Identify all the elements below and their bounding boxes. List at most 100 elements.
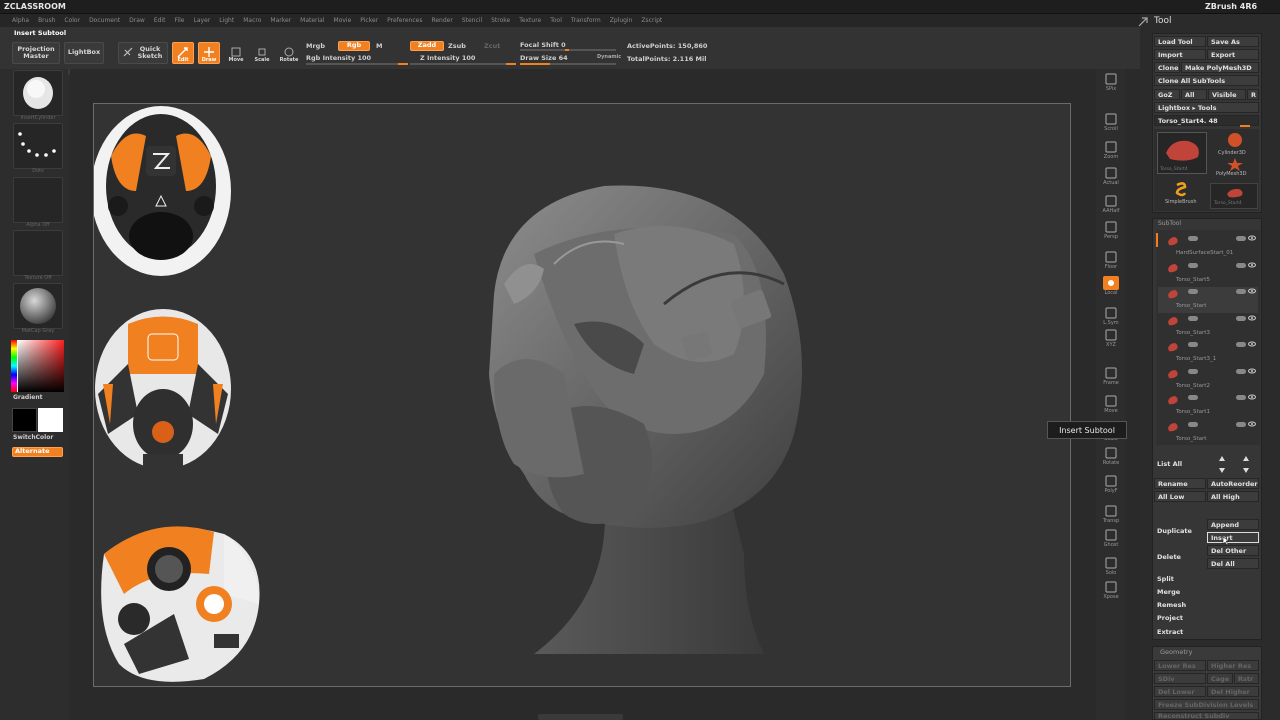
subtool-arrow-icons[interactable] xyxy=(1212,452,1258,476)
menu-light[interactable]: Light xyxy=(219,14,234,27)
mrgb-toggle[interactable]: Mrgb xyxy=(306,42,325,50)
extract-button[interactable]: Extract xyxy=(1154,626,1259,637)
color-picker[interactable] xyxy=(11,340,64,392)
menu-alpha[interactable]: Alpha xyxy=(12,14,29,27)
shelf-local-button[interactable]: Local xyxy=(1100,276,1122,298)
subtool-toggle[interactable] xyxy=(1188,368,1198,374)
document-canvas[interactable] xyxy=(93,103,1071,687)
zsub-toggle[interactable]: Zsub xyxy=(448,42,466,50)
subtool-header[interactable]: SubTool xyxy=(1158,220,1181,227)
stroke-thumbnail[interactable] xyxy=(13,123,63,169)
zadd-toggle[interactable]: Zadd xyxy=(410,41,444,51)
load-tool-button[interactable]: Load Tool xyxy=(1154,36,1206,47)
duplicate-button[interactable]: Duplicate xyxy=(1154,519,1206,543)
rename-button[interactable]: Rename xyxy=(1154,478,1206,489)
subtool-toggle[interactable] xyxy=(1236,236,1246,241)
eye-icon[interactable] xyxy=(1248,262,1256,268)
subtool-toggle[interactable] xyxy=(1188,289,1198,294)
eye-icon[interactable] xyxy=(1248,394,1256,400)
rgb-intensity-slider[interactable]: Rgb Intensity 100 xyxy=(306,54,371,62)
shelf-lsym-button[interactable]: L.Sym xyxy=(1100,306,1122,328)
subtool-row[interactable]: Torso_Start3_1 xyxy=(1158,340,1258,366)
subtool-toggle[interactable] xyxy=(1188,315,1198,321)
eye-icon[interactable] xyxy=(1248,368,1256,374)
menu-tool[interactable]: Tool xyxy=(550,14,562,27)
menu-zplugin[interactable]: Zplugin xyxy=(610,14,633,27)
menu-brush[interactable]: Brush xyxy=(38,14,55,27)
shelf-actual-button[interactable]: Actual xyxy=(1100,166,1122,188)
shelf-aahalf-button[interactable]: AAHalf xyxy=(1100,194,1122,216)
subtool-toggle[interactable] xyxy=(1188,395,1198,400)
list-all-button[interactable]: List All xyxy=(1154,458,1206,469)
shelf-transp-button[interactable]: Transp xyxy=(1100,504,1122,526)
subtool-row[interactable]: HardSurfaceStart_01 xyxy=(1158,234,1258,260)
focal-shift-slider[interactable]: Focal Shift 0 xyxy=(520,41,566,49)
rotate-button[interactable]: Rotate xyxy=(278,42,300,64)
lightbox-tools-button[interactable]: Lightbox ▸ Tools xyxy=(1154,102,1259,113)
switch-color-button[interactable]: SwitchColor xyxy=(13,434,53,441)
polymesh3d-thumb[interactable]: PolyMesh3D xyxy=(1212,157,1258,179)
lightbox-button[interactable]: LightBox xyxy=(64,42,104,64)
menu-marker[interactable]: Marker xyxy=(270,14,291,27)
subtool-toggle[interactable] xyxy=(1188,262,1198,268)
subtool-toggle[interactable] xyxy=(1188,236,1198,241)
del-other-button[interactable]: Del Other xyxy=(1207,545,1259,556)
menu-transform[interactable]: Transform xyxy=(571,14,601,27)
subtool-toggle[interactable] xyxy=(1236,368,1246,374)
goz-all-button[interactable]: All xyxy=(1181,89,1207,100)
shelf-polyf-button[interactable]: PolyF xyxy=(1100,474,1122,496)
zcut-toggle[interactable]: Zcut xyxy=(484,42,500,50)
rstr-button[interactable]: Rstr xyxy=(1234,673,1259,684)
del-all-button[interactable]: Del All xyxy=(1207,558,1259,569)
make-polymesh-button[interactable]: Make PolyMesh3D xyxy=(1181,62,1259,73)
eye-icon[interactable] xyxy=(1248,341,1256,347)
menu-preferences[interactable]: Preferences xyxy=(387,14,422,27)
torso-start4-thumb[interactable]: Torso_Start4 xyxy=(1157,132,1207,174)
clone-all-subtools-button[interactable]: Clone All SubTools xyxy=(1154,75,1259,86)
simplebrush-thumb[interactable]: SimpleBrush xyxy=(1157,181,1207,209)
subtool-row[interactable]: Torso_Start2 xyxy=(1158,367,1258,393)
del-lower-button[interactable]: Del Lower xyxy=(1154,686,1206,697)
shelf-persp-button[interactable]: Persp xyxy=(1100,220,1122,242)
subtool-toggle[interactable] xyxy=(1236,289,1246,294)
project-button[interactable]: Project xyxy=(1154,612,1259,623)
cylinder3d-thumb[interactable]: Cylinder3D xyxy=(1212,132,1258,160)
menu-stroke[interactable]: Stroke xyxy=(491,14,510,27)
geometry-header[interactable]: Geometry xyxy=(1160,648,1192,656)
export-button[interactable]: Export xyxy=(1207,49,1259,60)
goz-r-button[interactable]: R xyxy=(1247,89,1259,100)
reconstruct-subdiv-button[interactable]: Reconstruct Subdiv xyxy=(1154,712,1259,720)
draw-size-slider[interactable]: Draw Size 64 xyxy=(520,54,568,62)
eye-icon[interactable] xyxy=(1248,315,1256,321)
shelf-rotate-button[interactable]: Rotate xyxy=(1100,446,1122,468)
subtool-row[interactable]: Torso_Start xyxy=(1158,420,1258,446)
dynamic-toggle[interactable]: Dynamic xyxy=(597,54,621,60)
subtool-toggle[interactable] xyxy=(1236,421,1246,427)
menu-material[interactable]: Material xyxy=(300,14,324,27)
alpha-thumbnail[interactable] xyxy=(13,177,63,223)
subtool-toggle[interactable] xyxy=(1188,342,1198,347)
eye-icon[interactable] xyxy=(1248,235,1256,241)
move-button[interactable]: Move xyxy=(225,42,247,64)
scale-button[interactable]: Scale xyxy=(251,42,273,64)
shelf-floor-button[interactable]: Floor xyxy=(1100,250,1122,272)
shelf-xyz-button[interactable]: XYZ xyxy=(1100,328,1122,350)
shelf-xpose-button[interactable]: Xpose xyxy=(1100,580,1122,602)
menu-draw[interactable]: Draw xyxy=(129,14,145,27)
auto-reorder-button[interactable]: AutoReorder xyxy=(1207,478,1259,489)
shelf-frame-button[interactable]: Frame xyxy=(1100,366,1122,388)
goz-visible-button[interactable]: Visible xyxy=(1208,89,1246,100)
rgb-toggle[interactable]: Rgb xyxy=(338,41,370,51)
menu-zscript[interactable]: Zscript xyxy=(641,14,662,27)
menu-stencil[interactable]: Stencil xyxy=(462,14,482,27)
draw-button[interactable]: Draw xyxy=(198,42,220,64)
menu-color[interactable]: Color xyxy=(64,14,80,27)
all-low-button[interactable]: All Low xyxy=(1154,491,1206,502)
menu-macro[interactable]: Macro xyxy=(243,14,261,27)
gradient-label[interactable]: Gradient xyxy=(13,394,43,401)
remesh-button[interactable]: Remesh xyxy=(1154,599,1259,610)
subtool-row[interactable]: Torso_Start5 xyxy=(1158,261,1258,287)
subtool-toggle[interactable] xyxy=(1236,395,1246,400)
del-higher-button[interactable]: Del Higher xyxy=(1207,686,1259,697)
z-intensity-slider[interactable]: Z Intensity 100 xyxy=(420,54,475,62)
